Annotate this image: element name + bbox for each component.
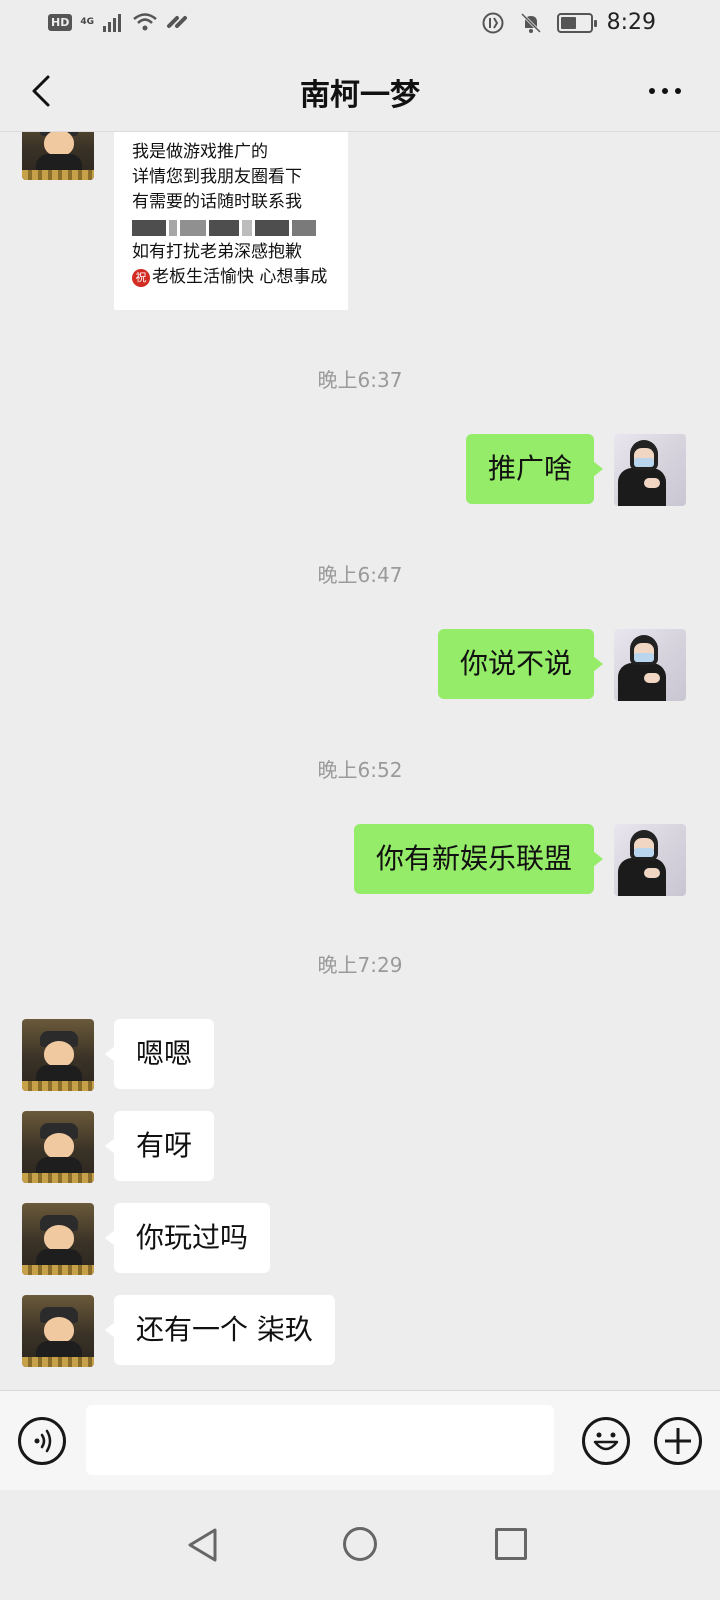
input-bar [0,1390,720,1490]
outgoing-message[interactable]: 你说不说 [437,629,604,699]
emoji-icon [593,1432,619,1451]
friend-avatar[interactable] [22,1111,94,1183]
timestamp: 晚上6:47 [317,563,403,587]
message-line: 详情您到我朋友圈看下 [132,167,302,187]
wifi-icon [133,13,157,31]
clock: 8:29 [606,10,656,35]
message-line: 有需要的话随时联系我 [132,192,302,212]
my-avatar[interactable] [614,434,686,506]
hd-badge: HD [48,13,73,31]
message-line: 我是做游戏推广的 [132,142,268,162]
nav-home-icon[interactable] [343,1527,377,1561]
link-icon [167,16,187,28]
system-nav-bar [0,1490,720,1600]
timestamp: 晚上6:37 [317,368,403,392]
incoming-message[interactable]: 嗯嗯 [104,1019,215,1089]
long-message-bubble[interactable]: 我是做游戏推广的 详情您到我朋友圈看下 有需要的话随时联系我 如有打扰老弟深感抱… [114,132,348,310]
chat-messages[interactable]: 我是做游戏推广的 详情您到我朋友圈看下 有需要的话随时联系我 如有打扰老弟深感抱… [0,132,720,1390]
incoming-message[interactable]: 还有一个 柒玖 [105,1295,335,1365]
outgoing-message[interactable]: 推广啥 [465,434,604,504]
incoming-message[interactable]: 有呀 [104,1111,215,1181]
signal-icon [103,14,121,32]
plus-button[interactable] [654,1417,702,1465]
mute-bell-icon [520,12,541,33]
network-type: 4G [80,16,94,27]
my-avatar[interactable] [614,824,686,896]
emoji-button[interactable] [582,1417,630,1465]
voice-icon [34,1429,52,1453]
message-input[interactable] [86,1405,554,1475]
status-right: 8:29 [481,10,656,35]
data-saver-icon [482,12,504,33]
nav-recent-icon[interactable] [495,1528,527,1560]
incoming-message[interactable]: 你玩过吗 [104,1203,271,1273]
status-left: HD 4G [48,12,188,32]
voice-button[interactable] [18,1417,66,1465]
timestamp: 晚上7:29 [317,953,403,977]
my-avatar[interactable] [614,629,686,701]
more-icon[interactable] [640,76,690,106]
chat-header: 南柯一梦 [0,50,720,132]
outgoing-message[interactable]: 你有新娱乐联盟 [353,824,604,894]
status-bar: HD 4G 8:29 [0,0,720,50]
pixelated-line [132,215,334,240]
friend-avatar[interactable] [22,1203,94,1275]
friend-avatar[interactable] [22,1295,94,1367]
timestamp: 晚上6:52 [317,758,403,782]
friend-avatar[interactable] [22,132,94,180]
plus-icon [665,1428,691,1454]
zhu-icon: 祝 [132,269,150,287]
message-line: 如有打扰老弟深感抱歉 [132,242,302,262]
chat-title: 南柯一梦 [300,78,420,113]
nav-back-icon[interactable] [186,1527,220,1563]
friend-avatar[interactable] [22,1019,94,1091]
battery-icon [556,12,597,33]
message-line: 祝老板生活愉快 心想事成 [132,265,334,290]
